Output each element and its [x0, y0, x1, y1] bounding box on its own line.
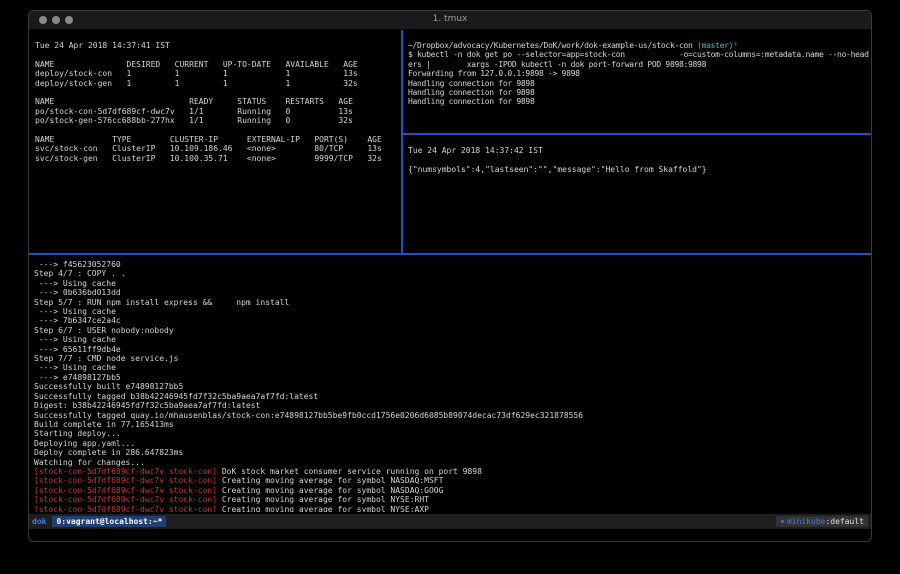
terminal-line: Handling connection for 9898: [408, 79, 871, 88]
session-name: dok: [32, 517, 46, 526]
statusbar-left: dok 0:vagrant@localhost:~*: [32, 516, 166, 527]
pane-shell-portforward[interactable]: ~/Dropbox/advocacy/Kubernetes/DoK/work/d…: [403, 30, 871, 144]
window-list-item[interactable]: 0:vagrant@localhost:~*: [52, 516, 166, 527]
terminal-line: Tue 24 Apr 2018 14:37:42 IST: [408, 146, 871, 155]
terminal-line: ---> 65611ff9db4e: [34, 345, 871, 354]
terminal-line: ers | xargs -IPOD kubectl -n dok port-fo…: [408, 60, 871, 69]
terminal-line: Successfully built e74898127bb5: [34, 382, 871, 391]
kubernetes-helm-icon: ⎈: [780, 517, 785, 526]
terminal-line: ---> Using cache: [34, 363, 871, 372]
kube-cluster-name: minikube: [787, 517, 826, 526]
terminal-line: ---> Using cache: [34, 307, 871, 316]
tmux-content: Tue 24 Apr 2018 14:37:41 IST NAME DESIRE…: [29, 30, 871, 541]
terminal-line: Tue 24 Apr 2018 14:37:41 IST: [35, 41, 407, 50]
terminal-line: Watching for changes...: [34, 458, 871, 467]
terminal-line: Step 7/7 : CMD node service.js: [34, 354, 871, 363]
terminal-line: Forwarding from 127.0.0.1:9898 -> 9898: [408, 69, 871, 78]
terminal-line: Successfully tagged b38b42246945fd7f32c5…: [34, 392, 871, 401]
terminal-line: ---> f45623052760: [34, 260, 871, 269]
terminal-line: deploy/stock-con 1 1 1 1 13s: [35, 69, 407, 78]
terminal-line: [35, 88, 407, 97]
terminal-line: Step 4/7 : COPY . .: [34, 269, 871, 278]
pane-divider-horizontal-right[interactable]: [403, 133, 871, 135]
terminal-line: Digest: b38b42246945fd7f32c5ba9aea7af7fd…: [34, 401, 871, 410]
terminal-line: NAME DESIRED CURRENT UP-TO-DATE AVAILABL…: [35, 60, 407, 69]
terminal-line: ~/Dropbox/advocacy/Kubernetes/DoK/work/d…: [408, 41, 871, 50]
pane-curl-output[interactable]: Tue 24 Apr 2018 14:37:42 IST {"numsymbol…: [403, 136, 871, 262]
pane-divider-horizontal-full[interactable]: [29, 253, 871, 255]
terminal-line: Step 5/7 : RUN npm install express && np…: [34, 298, 871, 307]
terminal-line: deploy/stock-gen 1 1 1 1 32s: [35, 79, 407, 88]
terminal-line: [stock-con-5d7df689cf-dwc7v stock-con] C…: [34, 495, 871, 504]
terminal-line: [35, 126, 407, 135]
terminal-line: ---> 0b636bd013dd: [34, 288, 871, 297]
terminal-line: Handling connection for 9898: [408, 97, 871, 106]
terminal-line: ---> Using cache: [34, 279, 871, 288]
terminal-line: [stock-con-5d7df689cf-dwc7v stock-con] D…: [34, 467, 871, 476]
terminal-line: [stock-con-5d7df689cf-dwc7v stock-con] C…: [34, 476, 871, 485]
terminal-line: Deploy complete in 286.647823ms: [34, 448, 871, 457]
terminal-line: NAME TYPE CLUSTER-IP EXTERNAL-IP PORT(S)…: [35, 135, 407, 144]
terminal-line: [stock-con-5d7df689cf-dwc7v stock-con] C…: [34, 505, 871, 512]
terminal-line: Starting deploy...: [34, 429, 871, 438]
terminal-line: NAME READY STATUS RESTARTS AGE: [35, 97, 407, 106]
terminal-line: ---> 7b6347ce2a4c: [34, 316, 871, 325]
window-titlebar: 1. tmux: [29, 11, 871, 30]
terminal-window: 1. tmux Tue 24 Apr 2018 14:37:41 IST NAM…: [28, 10, 872, 542]
pane-skaffold-log[interactable]: ---> f45623052760Step 4/7 : COPY . . ---…: [29, 256, 871, 512]
terminal-line: [35, 50, 407, 59]
terminal-line: Build complete in 77.165413ms: [34, 420, 871, 429]
terminal-line: ---> e74898127bb5: [34, 373, 871, 382]
pane-kubectl-watch[interactable]: Tue 24 Apr 2018 14:37:41 IST NAME DESIRE…: [29, 30, 407, 263]
terminal-line: Deploying app.yaml...: [34, 439, 871, 448]
kube-namespace: :default: [825, 517, 864, 526]
terminal-line: Step 6/7 : USER nobody:nobody: [34, 326, 871, 335]
statusbar-right: ⎈ minikube :default: [776, 516, 868, 527]
terminal-line: $ kubectl -n dok get po --selector=app=s…: [408, 50, 871, 59]
terminal-line: svc/stock-gen ClusterIP 10.100.35.71 <no…: [35, 154, 407, 163]
terminal-line: svc/stock-con ClusterIP 10.109.186.46 <n…: [35, 144, 407, 153]
terminal-line: Successfully tagged quay.io/mhausenblas/…: [34, 411, 871, 420]
terminal-line: ---> Using cache: [34, 335, 871, 344]
tmux-statusbar: dok 0:vagrant@localhost:~* ⎈ minikube :d…: [29, 514, 871, 529]
terminal-line: Handling connection for 9898: [408, 88, 871, 97]
terminal-line: [408, 155, 871, 164]
terminal-line: {"numsymbols":4,"lastseen":"","message":…: [408, 165, 871, 174]
window-title: 1. tmux: [29, 14, 871, 24]
terminal-line: po/stock-gen-576cc688bb-277hx 1/1 Runnin…: [35, 116, 407, 125]
terminal-line: [stock-con-5d7df689cf-dwc7v stock-con] C…: [34, 486, 871, 495]
terminal-line: po/stock-con-5d7df689cf-dwc7v 1/1 Runnin…: [35, 107, 407, 116]
